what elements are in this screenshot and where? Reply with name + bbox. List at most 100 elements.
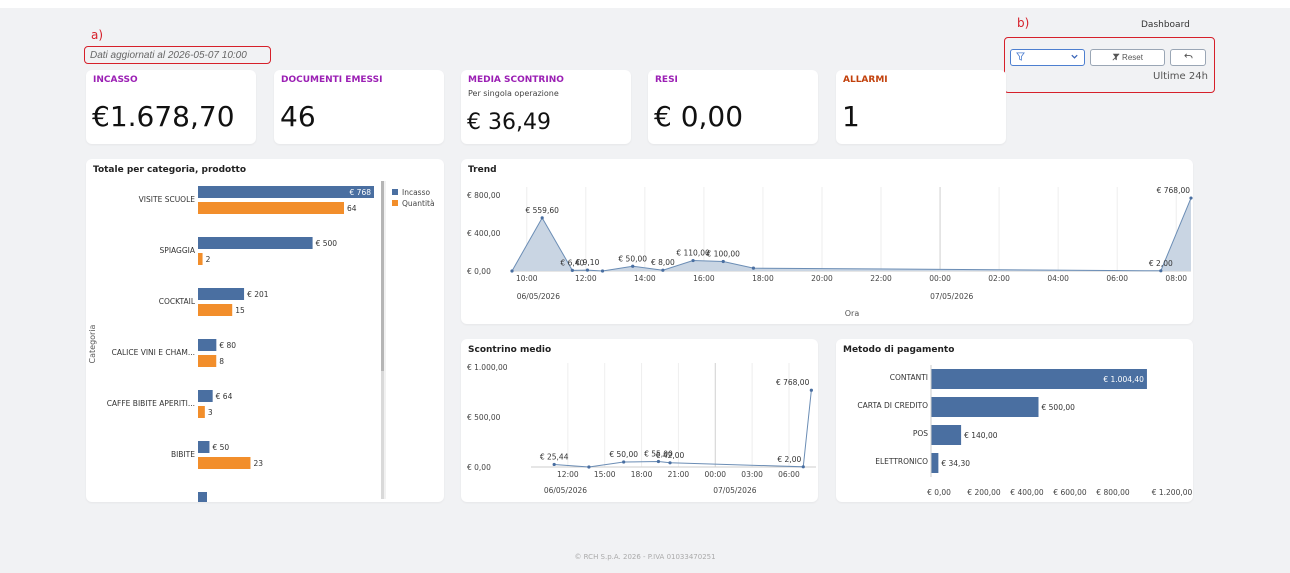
chevron-down-icon <box>1070 52 1079 63</box>
kpi-allarmi-value: 1 <box>842 100 860 133</box>
trend-point <box>540 216 544 220</box>
trend-point-label: € 768,00 <box>1157 186 1191 195</box>
trend-point <box>691 258 695 263</box>
bar-incasso-label: € 500 <box>316 239 338 248</box>
bar-quantita <box>198 304 233 316</box>
x-tick-label: 18:00 <box>752 274 774 283</box>
x-tick-label: 20:00 <box>811 274 833 283</box>
legend-label: Incasso <box>402 188 430 197</box>
trend-point <box>1159 269 1163 273</box>
card-scontrino: Scontrino medio € 1.000,00 € 500,00 € 0,00… <box>461 339 818 502</box>
kpi-resi-value: € 0,00 <box>654 100 744 133</box>
y-tick-label: € 400,00 <box>467 229 501 238</box>
scontrino-point-label: € 768,00 <box>776 378 810 387</box>
annotation-a: a) <box>91 28 104 42</box>
scontrino-point-label: € 50,00 <box>609 450 638 459</box>
y-tick-label: € 1.000,00 <box>467 363 508 372</box>
card-trend: Trend € 800,00 € 400,00 € 0,00 10:00 12:00 14… <box>461 159 1193 324</box>
trend-point-label: € 100,00 <box>707 250 741 259</box>
kpi-incasso-value: €1.678,70 <box>92 100 235 133</box>
payment-bar-label: € 34,30 <box>941 459 970 468</box>
x-tick-label: 12:00 <box>557 470 579 479</box>
trend-point-label: € 50,00 <box>618 254 647 263</box>
kpi-resi: RESI € 0,00 <box>648 70 818 144</box>
x-tick-label: 21:00 <box>668 470 690 479</box>
y-tick-label: € 0,00 <box>467 463 491 472</box>
scontrino-point <box>656 459 661 464</box>
bar-incasso <box>198 186 374 198</box>
funnel-icon <box>1016 52 1025 63</box>
x-tick-label: 22:00 <box>870 274 892 283</box>
card-categoria: Totale per categoria, prodotto Categoria… <box>86 159 444 502</box>
y-tick-label: € 500,00 <box>467 413 501 422</box>
period-label: Ultime 24h <box>1153 71 1208 82</box>
bar-quantita <box>198 355 217 367</box>
trend-point-label: € 110,00 <box>676 249 710 258</box>
trend-point-label: € 9,10 <box>576 258 600 267</box>
x-tick-label: 06:00 <box>778 470 800 479</box>
payment-category-label: CONTANTI <box>890 373 928 382</box>
trend-point <box>600 269 605 273</box>
payment-bar <box>931 425 962 445</box>
kpi-incasso-title: INCASSO <box>93 75 138 85</box>
bar-quantita-label: 3 <box>208 408 213 417</box>
annotation-b: b) <box>1017 16 1030 30</box>
footer-copyright: © RCH S.p.A. 2026 - P.IVA 01033470251 <box>574 553 716 561</box>
scontrino-point <box>622 460 626 464</box>
reset-button[interactable]: Reset <box>1090 49 1165 66</box>
bar-incasso-label: € 64 <box>216 392 233 401</box>
filter-dropdown[interactable] <box>1010 49 1085 66</box>
trend-line <box>511 197 1192 272</box>
trend-point-label: € 8,00 <box>651 258 675 267</box>
chart-scontrino: € 1.000,00 € 500,00 € 0,00 12:00 15:00 18:00 2… <box>467 363 816 495</box>
x-tick-label: 16:00 <box>693 274 715 283</box>
bar-incasso <box>198 339 217 351</box>
date-label: 07/05/2026 <box>713 486 756 495</box>
category-label: CALICE VINI E CHAM... <box>112 348 195 357</box>
scontrino-point <box>809 388 813 392</box>
bar-incasso <box>198 492 207 502</box>
trend-point <box>631 264 635 268</box>
legend-swatch <box>392 189 398 195</box>
bar-incasso-label: € 768 <box>350 188 372 197</box>
x-tick-label: 00:00 <box>704 470 726 479</box>
bar-incasso-label: € 80 <box>219 341 236 350</box>
bar-quantita <box>198 253 203 265</box>
category-label: VISITE SCUOLE <box>139 195 196 204</box>
x-tick-label: 02:00 <box>988 274 1010 283</box>
y-tick-label: € 0,00 <box>467 267 491 276</box>
kpi-allarmi-title: ALLARMI <box>843 75 888 85</box>
scontrino-point-label: € 25,44 <box>540 452 569 461</box>
bar-incasso <box>198 237 313 249</box>
updated-timestamp: Dati aggiornati al 2026-05-07 10:00 <box>90 50 247 61</box>
payment-bar-label: € 1.004,40 <box>1103 375 1144 384</box>
breadcrumb-dashboard[interactable]: Dashboard <box>1141 20 1190 30</box>
bar-quantita-label: 64 <box>347 204 357 213</box>
x-tick-label: € 0,00 <box>927 488 951 497</box>
y-tick-label: € 800,00 <box>467 191 501 200</box>
payment-category-label: ELETTRONICO <box>875 457 928 466</box>
kpi-resi-title: RESI <box>655 75 678 85</box>
trend-point <box>1189 196 1193 200</box>
chart-categoria: Categoria VISITE SCUOLE € 768 64 SPIAGGIA € 5… <box>88 181 435 502</box>
bar-quantita-label: 8 <box>219 357 224 366</box>
bar-incasso <box>198 288 245 300</box>
date-label: 06/05/2026 <box>517 292 560 301</box>
payment-bar-label: € 140,00 <box>964 431 998 440</box>
y-axis-label: Categoria <box>88 324 97 363</box>
trend-point-label: € 2,00 <box>1149 259 1173 268</box>
bar-quantita <box>198 406 205 418</box>
chart-trend: € 800,00 € 400,00 € 0,00 10:00 12:00 14:00 16:… <box>467 186 1193 318</box>
kpi-documenti-title: DOCUMENTI EMESSI <box>281 75 383 85</box>
kpi-media-value: € 36,49 <box>467 110 551 135</box>
scontrino-point <box>552 462 556 467</box>
payment-category-label: CARTA DI CREDITO <box>857 401 928 410</box>
undo-button[interactable] <box>1170 49 1206 66</box>
x-tick-label: 00:00 <box>929 274 951 283</box>
kpi-documenti-value: 46 <box>280 100 316 133</box>
chart-pagamento: CONTANTI € 1.004,40 CARTA DI CREDITO € 500,… <box>857 365 1193 497</box>
reset-label: Reset <box>1122 53 1143 62</box>
scontrino-point <box>668 461 672 465</box>
payment-bar-label: € 500,00 <box>1042 403 1076 412</box>
trend-point <box>751 266 756 270</box>
